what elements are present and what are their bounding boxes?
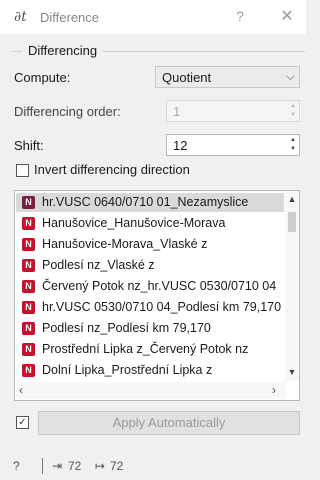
- list-item-label: Podlesí nz_Vlaské z: [42, 258, 155, 272]
- list-item[interactable]: N Podlesí nz_Podlesí km 79,170: [16, 319, 284, 338]
- scroll-left-icon[interactable]: ‹: [19, 383, 23, 397]
- variables-list[interactable]: Nhr.VUSC 0640/0710 01_Nezamyslice N Hanušo…: [14, 190, 300, 401]
- list-item[interactable]: Nhr.VUSC 0640/0710 01_Nezamyslice: [16, 193, 284, 212]
- spin-arrows-icon[interactable]: ▲ ▼: [288, 102, 298, 120]
- difference-app-icon: ∂t: [14, 9, 27, 25]
- list-item[interactable]: N Červený Potok nz_hr.VUSC 0530/0710 04: [16, 277, 284, 296]
- shift-label: Shift:: [14, 138, 44, 153]
- invert-direction-label: Invert differencing direction: [34, 162, 190, 177]
- differencing-order-label: Differencing order:: [14, 104, 121, 119]
- input-data-icon: ⇥: [52, 459, 63, 473]
- list-item-label: Hanušovice_Hanušovice-Morava: [42, 216, 226, 230]
- list-item[interactable]: N Hanušovice_Hanušovice-Morava: [16, 214, 284, 233]
- differencing-group-title: Differencing: [22, 43, 104, 58]
- list-item[interactable]: N Podlesí nz_Vlaské z: [16, 256, 284, 275]
- list-item-label: hr.VUSC 0640/0710 01_Nezamyslice: [42, 195, 249, 209]
- numeric-variable-icon: N: [22, 259, 35, 272]
- list-item-label: Prostřední Lipka z_Červený Potok nz: [42, 342, 249, 356]
- chevron-down-icon: ⌵: [285, 69, 295, 83]
- invert-direction-checkbox[interactable]: [16, 164, 29, 177]
- numeric-variable-icon: N: [22, 280, 35, 293]
- compute-label: Compute:: [14, 70, 71, 85]
- compute-combo[interactable]: Quotient ⌵: [155, 66, 300, 88]
- compute-value: Quotient: [162, 70, 212, 85]
- output-data-icon: ↦: [95, 459, 106, 473]
- numeric-variable-icon: N: [22, 238, 35, 251]
- apply-automatically-button[interactable]: Apply Automatically: [38, 411, 300, 435]
- differencing-order-value: 1: [173, 104, 181, 119]
- numeric-variable-icon: N: [22, 364, 35, 377]
- status-separator: [42, 458, 43, 474]
- apply-automatically-checkbox[interactable]: ✓: [16, 416, 29, 429]
- list-item-label: hr.VUSC 0530/0710 04_Podlesí km 79,170: [42, 300, 282, 314]
- input-count: 72: [68, 459, 82, 473]
- list-item-label: Hanušovice-Morava_Vlaské z: [42, 237, 208, 251]
- numeric-variable-icon: N: [22, 322, 35, 335]
- scroll-down-icon[interactable]: ▼: [285, 367, 299, 377]
- list-item[interactable]: Nhr.VUSC 0530/0710 04_Podlesí km 79,170: [16, 298, 284, 317]
- scroll-right-icon[interactable]: ›: [272, 383, 276, 397]
- differencing-order-spinbox[interactable]: 1 ▲ ▼: [166, 100, 300, 122]
- list-item-label: Dolní Lipka_Prostřední Lipka z: [42, 363, 213, 377]
- list-item[interactable]: N Dolní Lipka_Prostřední Lipka z: [16, 361, 284, 380]
- list-item[interactable]: N Prostřední Lipka z_Červený Potok nz: [16, 340, 284, 359]
- list-item-label: Podlesí nz_Podlesí km 79,170: [42, 321, 211, 335]
- title-bar: ∂t Difference ? ✕: [0, 0, 306, 34]
- numeric-variable-icon: N: [22, 196, 35, 209]
- vertical-scrollbar[interactable]: ▲ ▼: [285, 192, 299, 382]
- numeric-variable-icon: N: [22, 217, 35, 230]
- scroll-thumb[interactable]: [288, 212, 296, 232]
- window-title: Difference: [40, 10, 100, 25]
- numeric-variable-icon: N: [22, 343, 35, 356]
- numeric-variable-icon: N: [22, 301, 35, 314]
- shift-spinbox[interactable]: 12 ▲ ▼: [166, 134, 300, 156]
- help-button[interactable]: ?: [232, 8, 248, 24]
- list-item[interactable]: N Hanušovice-Morava_Vlaské z: [16, 235, 284, 254]
- status-help-icon[interactable]: ?: [13, 459, 20, 473]
- output-count: 72: [110, 459, 124, 473]
- horizontal-scrollbar[interactable]: ‹ ›: [16, 382, 286, 399]
- spin-arrows-icon[interactable]: ▲ ▼: [288, 136, 298, 154]
- close-button[interactable]: ✕: [278, 6, 296, 26]
- scroll-up-icon[interactable]: ▲: [285, 194, 299, 204]
- shift-value: 12: [173, 138, 188, 153]
- list-item-label: Červený Potok nz_hr.VUSC 0530/0710 04: [42, 279, 277, 293]
